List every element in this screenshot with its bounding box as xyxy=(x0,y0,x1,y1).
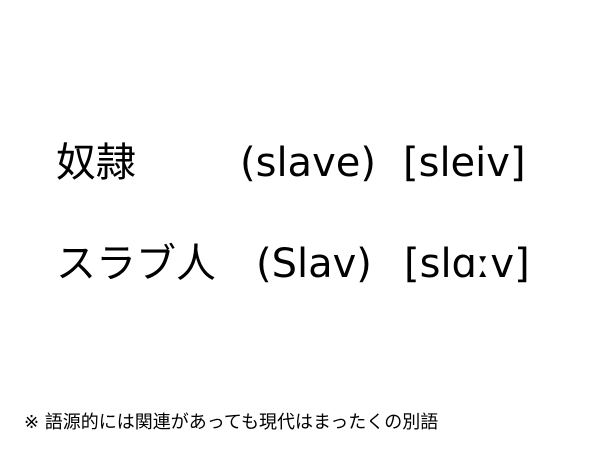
entry-row-slav: スラブ人 (Slav) [slɑːv] xyxy=(0,236,600,292)
japanese-term: スラブ人 xyxy=(56,241,216,287)
japanese-term: 奴隷 xyxy=(56,140,136,186)
etymology-note: ※ 語源的には関連があっても現代はまったくの別語 xyxy=(24,412,439,433)
pronunciation: [sleiv] xyxy=(403,140,526,186)
english-gloss: (slave) xyxy=(240,140,376,186)
pronunciation: [slɑːv] xyxy=(404,241,530,287)
entry-row-slave: 奴隷 (slave) [sleiv] xyxy=(0,135,600,191)
english-gloss: (Slav) xyxy=(256,241,372,287)
